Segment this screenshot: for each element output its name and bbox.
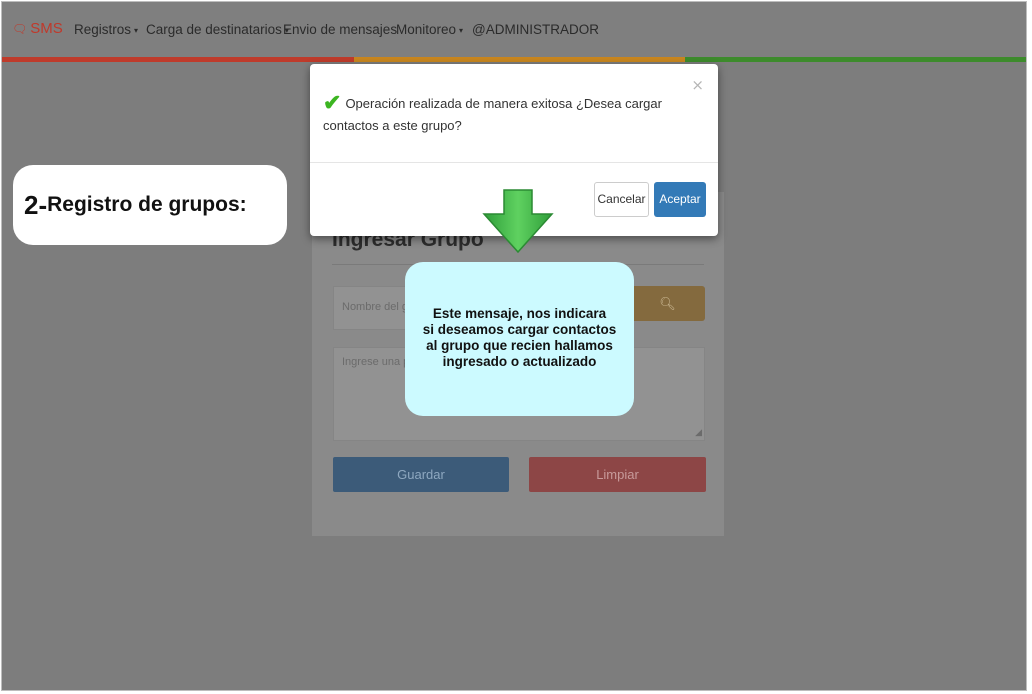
brand-label: SMS [30, 20, 63, 37]
nav-label: @ADMINISTRADOR [472, 22, 599, 37]
resize-handle-icon[interactable]: ◢ [695, 427, 702, 438]
comments-icon: 🗨 [12, 21, 28, 36]
caret-down-icon: ▾ [459, 25, 464, 35]
save-button[interactable]: Guardar [333, 457, 509, 492]
modal-message: Operación realizada de manera exitosa ¿D… [323, 96, 662, 133]
nav-label: Carga de destinatarios [146, 22, 282, 37]
modal-divider [310, 162, 718, 163]
down-arrow-icon [482, 189, 554, 254]
search-icon: 🔍︎ [659, 296, 676, 311]
nav-label: Monitoreo [396, 22, 457, 37]
caret-down-icon: ▾ [134, 25, 139, 35]
color-bar-orange [354, 57, 685, 62]
search-button[interactable]: 🔍︎ [630, 286, 705, 321]
color-bar-green [685, 57, 1026, 62]
nav-carga-destinatarios[interactable]: Carga de destinatarios ▾ [146, 22, 289, 37]
nav-label: Registros [74, 22, 132, 37]
nav-registros[interactable]: Registros ▾ [74, 22, 138, 37]
accept-button[interactable]: Aceptar [654, 182, 706, 217]
tip-line: ingresado o actualizado [442, 354, 597, 369]
color-bar-red [2, 57, 354, 62]
nav-monitoreo[interactable]: Monitoreo ▾ [396, 22, 463, 37]
step-callout: 2- Registro de grupos: [13, 165, 287, 245]
textarea-placeholder: Ingrese una pr [342, 356, 413, 368]
top-navbar: 🗨 SMS Registros ▾ Carga de destinatarios ▾… [2, 2, 1026, 58]
tip-line: al grupo que recien hallamos [426, 338, 613, 353]
screenshot-frame: 🗨 SMS Registros ▾ Carga de destinatarios ▾… [1, 1, 1027, 691]
brand-link[interactable]: 🗨 SMS [12, 20, 63, 37]
check-icon: ✔ [323, 90, 342, 115]
nav-envio-mensajes[interactable]: Envio de mensajes [283, 22, 397, 37]
nav-administrador[interactable]: @ADMINISTRADOR [472, 22, 599, 37]
tip-line: Este mensaje, nos indicara [432, 306, 607, 321]
step-number: 2- [24, 189, 48, 220]
modal-body: ✔ Operación realizada de manera exitosa ¿… [323, 92, 683, 137]
clear-button[interactable]: Limpiar [529, 457, 706, 492]
close-icon[interactable]: × [691, 76, 704, 94]
tip-line: si deseamos cargar contactos [422, 322, 617, 337]
nav-label: Envio de mensajes [283, 22, 398, 37]
tip-callout: Este mensaje, nos indicara si deseamos c… [405, 262, 634, 416]
step-title: Registro de grupos: [47, 193, 247, 216]
cancel-button[interactable]: Cancelar [594, 182, 649, 217]
